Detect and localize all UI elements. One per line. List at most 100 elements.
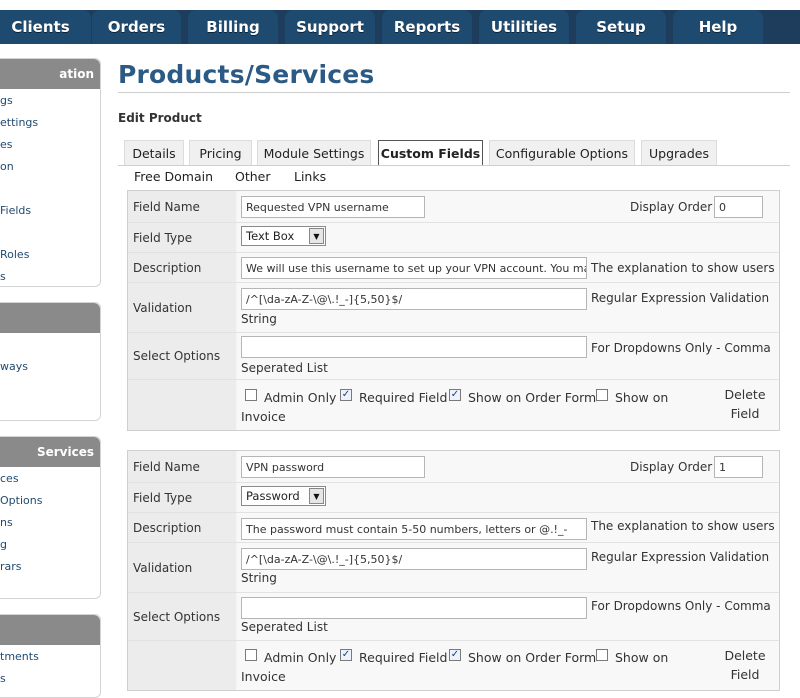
tabs-divider xyxy=(118,165,790,166)
field-type-select[interactable]: Text Box ▼ xyxy=(241,226,326,246)
tab-links[interactable]: Links xyxy=(294,169,326,184)
sidebar-item[interactable]: s xyxy=(0,672,100,685)
sidebar-block-support: tments s xyxy=(0,614,101,698)
page-title: Products/Services xyxy=(118,60,375,89)
sidebar-item[interactable]: ces xyxy=(0,472,100,485)
nav-tab-setup[interactable]: Setup xyxy=(576,10,666,44)
validation-help: Regular Expression Validation xyxy=(591,550,770,564)
sidebar-item[interactable]: s xyxy=(0,270,100,283)
display-order-label: Display Order xyxy=(630,460,713,474)
tab-upgrades[interactable]: Upgrades xyxy=(641,140,717,166)
tab-details[interactable]: Details xyxy=(124,140,184,166)
description-help: The explanation to show users xyxy=(591,261,775,275)
delete-label: Delete xyxy=(724,387,766,402)
select-options-help-cont: Seperated List xyxy=(241,620,328,634)
title-divider xyxy=(118,92,790,93)
nav-tab-orders[interactable]: Orders xyxy=(92,10,181,44)
delete-field-link[interactable]: Delete Field xyxy=(715,646,775,684)
show-on-invoice-checkbox[interactable] xyxy=(596,389,608,401)
sidebar-item[interactable]: g xyxy=(0,538,100,551)
sidebar-item[interactable]: rars xyxy=(0,560,100,573)
sidebar-item[interactable]: Options xyxy=(0,494,100,507)
show-on-invoice-label-cont: Invoice xyxy=(241,409,286,424)
sidebar-block-payments: ways xyxy=(0,302,101,421)
nav-tab-billing[interactable]: Billing xyxy=(188,10,278,44)
show-on-order-label: Show on Order Form xyxy=(468,390,597,405)
sidebar-block-title: Services xyxy=(0,437,100,467)
tab-pricing[interactable]: Pricing xyxy=(189,140,252,166)
sidebar-block-title xyxy=(0,303,100,333)
select-options-row: Select Options For Dropdowns Only - Comm… xyxy=(128,593,779,641)
sidebar-item[interactable]: es xyxy=(0,138,100,151)
field-type-label: Field Type xyxy=(128,223,236,252)
tab-custom-fields[interactable]: Custom Fields xyxy=(378,140,483,166)
show-on-order-label: Show on Order Form xyxy=(468,650,597,665)
admin-only-checkbox[interactable] xyxy=(245,649,257,661)
select-options-label: Select Options xyxy=(128,333,236,379)
sidebar-block-products-services: Services ces Options ns g rars xyxy=(0,436,101,599)
validation-input[interactable]: /^[\da-zA-Z-\@\.!_-]{5,50}$/ xyxy=(241,288,587,310)
validation-row: Validation /^[\da-zA-Z-\@\.!_-]{5,50}$/ … xyxy=(128,283,779,333)
delete-label-cont: Field xyxy=(730,406,760,421)
sidebar-block-configuration: ation gs ettings es on Fields Roles s xyxy=(0,58,101,287)
show-on-invoice-label: Show on xyxy=(615,650,669,665)
description-input[interactable]: We will use this username to set up your… xyxy=(241,257,587,279)
show-on-order-checkbox[interactable]: ✓ xyxy=(449,389,461,401)
chevron-down-icon[interactable]: ▼ xyxy=(309,488,324,504)
sidebar-item[interactable]: ns xyxy=(0,516,100,529)
chevron-down-icon[interactable]: ▼ xyxy=(309,228,324,244)
display-order-label: Display Order xyxy=(630,200,713,214)
sidebar-item[interactable]: ettings xyxy=(0,116,100,129)
field-cell: Password ▼ xyxy=(237,483,779,512)
field-cell: We will use this username to set up your… xyxy=(237,253,779,282)
top-nav: Clients Orders Billing Support Reports U… xyxy=(0,0,800,44)
tab-free-domain[interactable]: Free Domain xyxy=(134,169,213,184)
field-cell: Text Box ▼ xyxy=(237,223,779,252)
field-options-label xyxy=(128,641,236,690)
field-type-select[interactable]: Password ▼ xyxy=(241,486,326,506)
nav-tab-utilities[interactable]: Utilities xyxy=(479,10,569,44)
nav-tab-support[interactable]: Support xyxy=(285,10,375,44)
description-input[interactable]: The password must contain 5-50 numbers, … xyxy=(241,518,587,540)
nav-tab-help[interactable]: Help xyxy=(673,10,763,44)
show-on-invoice-checkbox[interactable] xyxy=(596,649,608,661)
select-options-help: For Dropdowns Only - Comma xyxy=(591,599,771,613)
field-name-row: Field Name Requested VPN username Displa… xyxy=(128,191,779,223)
admin-only-label: Admin Only xyxy=(264,650,337,665)
required-field-checkbox[interactable]: ✓ xyxy=(340,649,352,661)
tab-other[interactable]: Other xyxy=(235,169,271,184)
sidebar-item[interactable]: Roles xyxy=(0,248,100,261)
field-name-input[interactable]: VPN password xyxy=(241,456,425,478)
nav-tab-reports[interactable]: Reports xyxy=(382,10,472,44)
field-cell: /^[\da-zA-Z-\@\.!_-]{5,50}$/ Regular Exp… xyxy=(237,543,779,592)
description-label: Description xyxy=(128,513,236,542)
select-options-input[interactable] xyxy=(241,597,587,619)
sidebar-item[interactable]: on xyxy=(0,160,100,173)
nav-tab-clients[interactable]: Clients xyxy=(0,10,91,44)
field-type-row: Field Type Password ▼ xyxy=(128,483,779,513)
sidebar-item[interactable]: Fields xyxy=(0,204,100,217)
tab-configurable-options[interactable]: Configurable Options xyxy=(489,140,635,166)
validation-input[interactable]: /^[\da-zA-Z-\@\.!_-]{5,50}$/ xyxy=(241,548,587,570)
delete-label: Delete xyxy=(724,648,766,663)
sidebar-item[interactable]: ways xyxy=(0,360,100,373)
sidebar-item[interactable]: gs xyxy=(0,94,100,107)
sidebar-block-title: ation xyxy=(0,59,100,89)
admin-only-checkbox[interactable] xyxy=(245,389,257,401)
field-cell: VPN password Display Order 1 xyxy=(237,451,779,482)
display-order-input[interactable]: 1 xyxy=(714,456,763,478)
select-options-input[interactable] xyxy=(241,336,587,358)
field-options-label xyxy=(128,380,236,430)
description-label: Description xyxy=(128,253,236,282)
tab-module-settings[interactable]: Module Settings xyxy=(257,140,371,166)
required-field-checkbox[interactable]: ✓ xyxy=(340,389,352,401)
page-subtitle: Edit Product xyxy=(118,111,202,125)
field-name-input[interactable]: Requested VPN username xyxy=(241,196,425,218)
field-cell: For Dropdowns Only - Comma Seperated Lis… xyxy=(237,333,779,379)
sidebar-item[interactable]: tments xyxy=(0,650,100,663)
validation-row: Validation /^[\da-zA-Z-\@\.!_-]{5,50}$/ … xyxy=(128,543,779,593)
delete-field-link[interactable]: Delete Field xyxy=(715,385,775,423)
show-on-order-checkbox[interactable]: ✓ xyxy=(449,649,461,661)
field-options-row: Admin Only ✓ Required Field ✓ Show on Or… xyxy=(128,380,779,430)
display-order-input[interactable]: 0 xyxy=(714,196,763,218)
